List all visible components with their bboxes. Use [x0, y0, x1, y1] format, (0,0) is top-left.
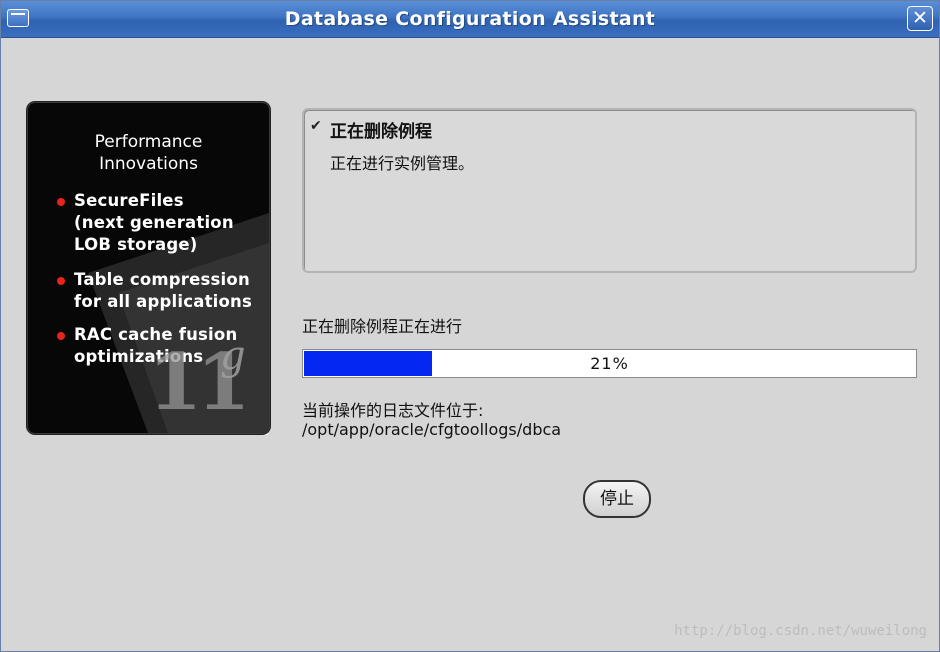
bullet-securefiles: SecureFiles (next generation LOB storage…: [74, 191, 234, 254]
banner-title: Performance Innovations: [28, 131, 269, 175]
bullet-dot-2: [57, 277, 65, 285]
step-detail: 正在进行实例管理。: [330, 154, 475, 173]
progress-label: 正在删除例程正在进行: [302, 317, 463, 336]
bullet-dot-3: [57, 332, 65, 340]
banner-title-line-2: Innovations: [99, 154, 198, 174]
step-status-panel: ✔ 正在删除例程 正在进行实例管理。: [302, 108, 917, 273]
bullet-table-compression: Table compression for all applications: [74, 270, 253, 311]
step-title: 正在删除例程: [330, 122, 432, 142]
window-title: Database Configuration Assistant: [284, 8, 656, 30]
close-button[interactable]: ✕: [907, 6, 933, 31]
close-icon: ✕: [912, 7, 928, 29]
oracle-11g-banner: Performance Innovations SecureFiles (nex…: [27, 102, 270, 434]
banner-title-line-1: Performance: [94, 132, 203, 152]
bullet-dot-1: [57, 198, 65, 206]
log-location-path: /opt/app/oracle/cfgtoollogs/dbca: [302, 420, 562, 439]
progress-bar: 21%: [302, 349, 917, 378]
dbca-window: Database Configuration Assistant ✕ Perfo…: [0, 0, 940, 652]
progress-percent-text: 21%: [590, 354, 629, 373]
log-location-label: 当前操作的日志文件位于:: [302, 401, 484, 420]
title-bar: Database Configuration Assistant ✕: [1, 1, 939, 38]
logo-g: g: [220, 333, 246, 379]
checkmark-icon: ✔: [310, 118, 322, 134]
stop-button[interactable]: 停止: [583, 480, 651, 518]
watermark: http://blog.csdn.net/wuweilong: [674, 623, 927, 639]
